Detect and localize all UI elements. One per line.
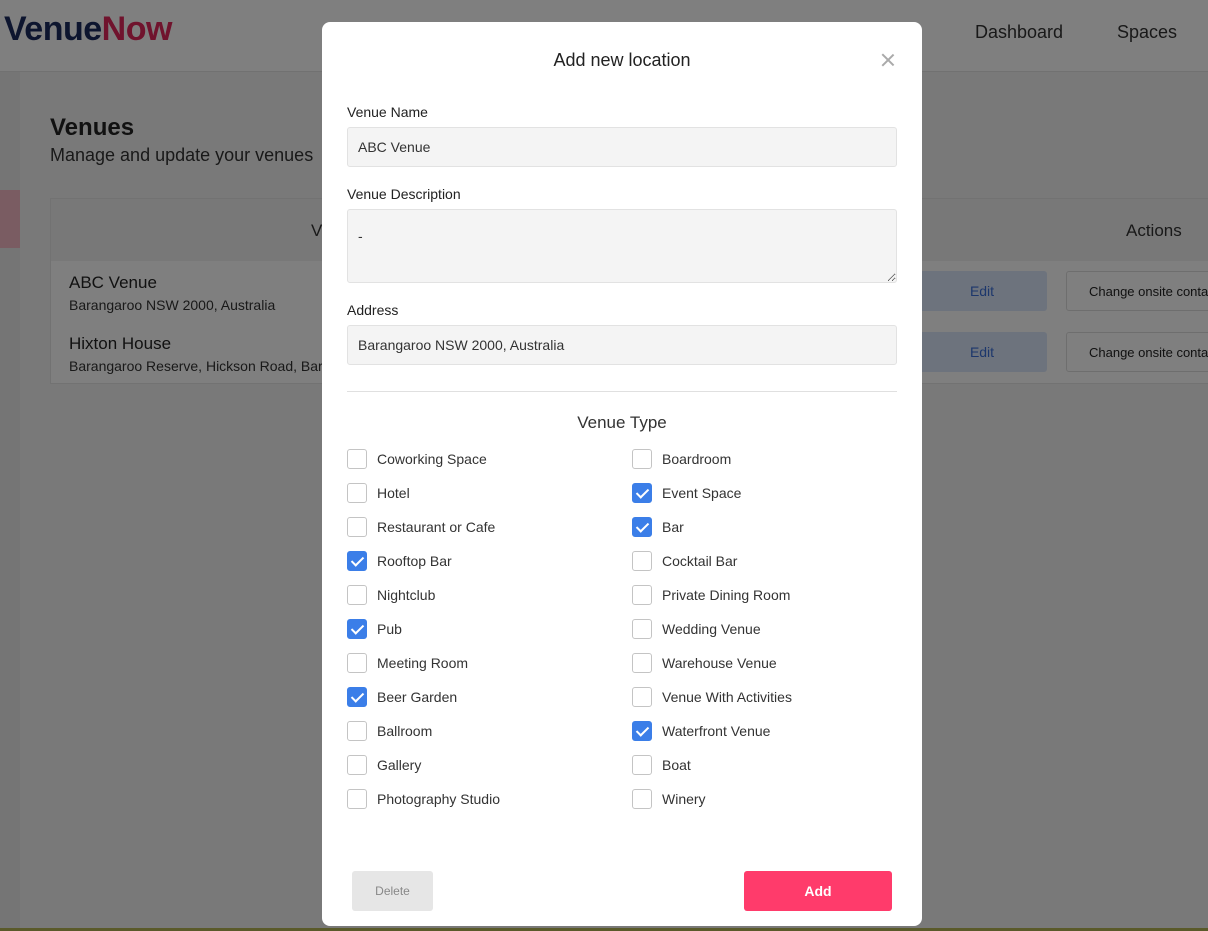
- venue-type-checkbox-row[interactable]: Photography Studio: [347, 789, 500, 809]
- venue-type-label: Photography Studio: [377, 791, 500, 807]
- venue-type-checkbox-row[interactable]: Coworking Space: [347, 449, 487, 469]
- checkbox-unchecked[interactable]: [632, 789, 652, 809]
- venue-type-label: Warehouse Venue: [662, 655, 777, 671]
- venue-type-checkbox-row[interactable]: Rooftop Bar: [347, 551, 452, 571]
- venue-type-checkbox-row[interactable]: Hotel: [347, 483, 410, 503]
- delete-button[interactable]: Delete: [352, 871, 433, 911]
- venue-type-checkbox-row[interactable]: Wedding Venue: [632, 619, 761, 639]
- checkbox-unchecked[interactable]: [347, 755, 367, 775]
- modal-title: Add new location: [553, 50, 691, 70]
- venue-name-label: Venue Name: [347, 104, 428, 120]
- venue-type-checkbox-row[interactable]: Boat: [632, 755, 691, 775]
- checkbox-unchecked[interactable]: [632, 551, 652, 571]
- checkbox-unchecked[interactable]: [632, 619, 652, 639]
- add-location-modal: Add new location Venue Name Venue Descri…: [322, 22, 922, 926]
- checkbox-checked[interactable]: [347, 551, 367, 571]
- venue-type-title: Venue Type: [577, 413, 667, 432]
- checkbox-checked[interactable]: [347, 687, 367, 707]
- venue-type-label: Venue With Activities: [662, 689, 792, 705]
- venue-type-checkbox-row[interactable]: Private Dining Room: [632, 585, 790, 605]
- checkbox-unchecked[interactable]: [347, 653, 367, 673]
- checkbox-unchecked[interactable]: [347, 449, 367, 469]
- venue-type-label: Pub: [377, 621, 402, 637]
- venue-type-checkbox-row[interactable]: Ballroom: [347, 721, 432, 741]
- venue-type-checkbox-row[interactable]: Bar: [632, 517, 684, 537]
- venue-type-label: Cocktail Bar: [662, 553, 738, 569]
- venue-type-label: Restaurant or Cafe: [377, 519, 496, 535]
- venue-type-checkbox-row[interactable]: Winery: [632, 789, 706, 809]
- checkbox-unchecked[interactable]: [632, 755, 652, 775]
- venue-type-label: Rooftop Bar: [377, 553, 452, 569]
- checkbox-unchecked[interactable]: [347, 517, 367, 537]
- checkbox-unchecked[interactable]: [347, 789, 367, 809]
- venue-name-input[interactable]: [347, 127, 897, 167]
- venue-type-checkbox-row[interactable]: Warehouse Venue: [632, 653, 777, 673]
- venue-type-checkbox-row[interactable]: Meeting Room: [347, 653, 468, 673]
- venue-type-label: Hotel: [377, 485, 410, 501]
- address-input[interactable]: [347, 325, 897, 365]
- venue-type-checkbox-row[interactable]: Restaurant or Cafe: [347, 517, 495, 537]
- section-divider: [347, 391, 897, 392]
- checkbox-unchecked[interactable]: [632, 687, 652, 707]
- venue-description-label: Venue Description: [347, 186, 461, 202]
- venue-type-label: Event Space: [662, 485, 742, 501]
- venue-type-checkbox-row[interactable]: Venue With Activities: [632, 687, 792, 707]
- venue-type-checkbox-row[interactable]: Pub: [347, 619, 402, 639]
- checkbox-checked[interactable]: [632, 483, 652, 503]
- add-button[interactable]: Add: [744, 871, 892, 911]
- venue-type-label: Ballroom: [377, 723, 433, 739]
- venue-type-checkbox-row[interactable]: Gallery: [347, 755, 421, 775]
- venue-type-label: Waterfront Venue: [662, 723, 771, 739]
- venue-type-checkbox-row[interactable]: Beer Garden: [347, 687, 457, 707]
- checkbox-unchecked[interactable]: [632, 449, 652, 469]
- venue-type-label: Private Dining Room: [662, 587, 791, 603]
- venue-type-label: Coworking Space: [377, 451, 487, 467]
- venue-description-textarea[interactable]: -: [347, 209, 897, 283]
- checkbox-checked[interactable]: [632, 721, 652, 741]
- venue-type-label: Boardroom: [662, 451, 732, 467]
- checkbox-unchecked[interactable]: [347, 585, 367, 605]
- venue-type-label: Wedding Venue: [662, 621, 761, 637]
- checkbox-unchecked[interactable]: [632, 585, 652, 605]
- venue-type-checkbox-row[interactable]: Boardroom: [632, 449, 731, 469]
- venue-type-checkbox-row[interactable]: Waterfront Venue: [632, 721, 770, 741]
- venue-type-label: Boat: [662, 757, 691, 773]
- close-icon[interactable]: [880, 52, 896, 68]
- venue-type-label: Gallery: [377, 757, 422, 773]
- checkbox-unchecked[interactable]: [347, 721, 367, 741]
- checkbox-checked[interactable]: [632, 517, 652, 537]
- venue-type-label: Bar: [662, 519, 684, 535]
- address-label: Address: [347, 302, 399, 318]
- checkbox-checked[interactable]: [347, 619, 367, 639]
- venue-type-label: Meeting Room: [377, 655, 469, 671]
- venue-type-label: Beer Garden: [377, 689, 458, 705]
- venue-type-checkbox-row[interactable]: Cocktail Bar: [632, 551, 737, 571]
- checkbox-unchecked[interactable]: [632, 653, 652, 673]
- venue-type-checkbox-row[interactable]: Nightclub: [347, 585, 435, 605]
- checkbox-unchecked[interactable]: [347, 483, 367, 503]
- venue-type-checkbox-row[interactable]: Event Space: [632, 483, 741, 503]
- venue-type-label: Nightclub: [377, 587, 436, 603]
- venue-type-label: Winery: [662, 791, 706, 807]
